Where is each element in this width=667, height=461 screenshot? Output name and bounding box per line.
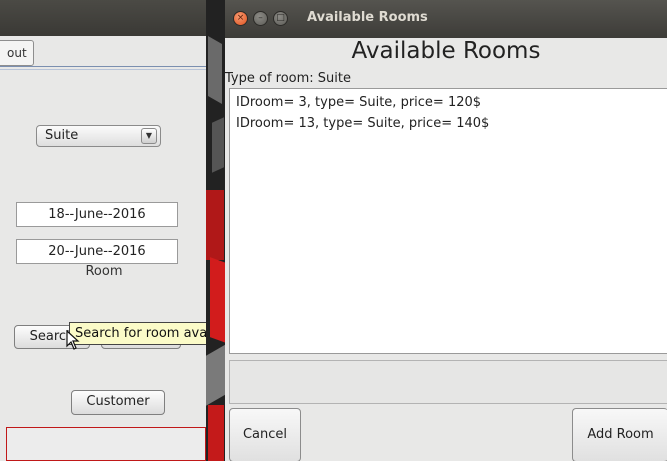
- dialog-heading: Available Rooms: [351, 38, 541, 64]
- list-item[interactable]: IDroom= 3, type= Suite, price= 120$: [236, 95, 481, 110]
- room-type-dropdown[interactable]: Suite ▼: [36, 125, 161, 147]
- room-label: Room: [85, 264, 123, 279]
- back-window-titlebar: [0, 0, 212, 36]
- add-room-button[interactable]: Add Room: [572, 408, 667, 461]
- start-date-field[interactable]: 18--June--2016: [16, 202, 178, 227]
- list-item[interactable]: IDroom= 13, type= Suite, price= 140$: [236, 116, 489, 131]
- close-icon[interactable]: ×: [233, 11, 248, 26]
- status-bar: [229, 360, 667, 404]
- available-rooms-dialog: × – □ Available Rooms Available Rooms Ty…: [225, 0, 667, 461]
- desktop: out Suite ▼ 18--June--2016 20--June--201…: [0, 0, 667, 461]
- window-title: Available Rooms: [307, 10, 428, 25]
- tab-divider: [0, 66, 208, 67]
- dialog-titlebar[interactable]: × – □ Available Rooms: [225, 0, 667, 38]
- minimize-icon[interactable]: –: [253, 11, 268, 26]
- end-date-field[interactable]: 20--June--2016: [16, 239, 178, 264]
- room-type-value: Suite: [45, 128, 79, 143]
- maximize-icon[interactable]: □: [273, 11, 288, 26]
- cancel-button[interactable]: Cancel: [229, 408, 301, 461]
- tab-logout[interactable]: out: [0, 40, 34, 66]
- customer-button[interactable]: Customer: [71, 390, 165, 415]
- tab-divider-shadow: [0, 69, 208, 70]
- dropdown-arrow-icon[interactable]: ▼: [141, 128, 157, 144]
- rooms-list[interactable]: IDroom= 3, type= Suite, price= 120$ IDro…: [229, 88, 667, 354]
- mouse-pointer-icon: [66, 330, 80, 350]
- red-bordered-panel: [6, 427, 206, 461]
- room-type-label: Type of room: Suite: [225, 71, 351, 86]
